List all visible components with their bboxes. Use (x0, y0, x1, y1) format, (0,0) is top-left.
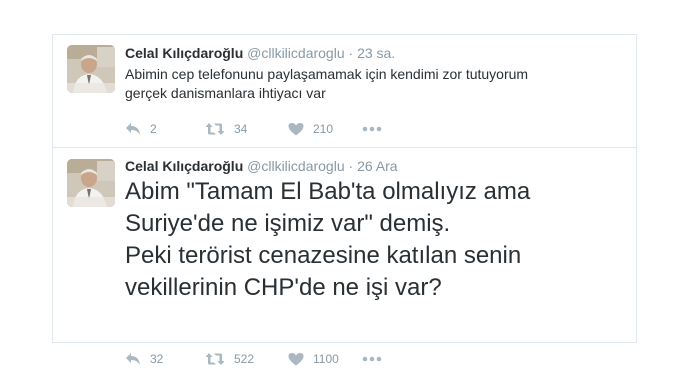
tweet-text-line: Peki terörist cenazesine katılan senin (125, 242, 522, 269)
tweet[interactable]: Celal Kılıçdaroğlu @cllkilicdaroglu · 23… (53, 35, 636, 148)
retweet-button[interactable]: 522 (205, 350, 254, 368)
reply-count: 2 (150, 122, 157, 136)
retweet-icon (205, 123, 225, 135)
author-username[interactable]: @cllkilicdaroglu (247, 158, 344, 174)
author-name[interactable]: Celal Kılıçdaroğlu (125, 158, 243, 174)
tweet-text-line: gerçek danismanlara ihtiyacı var (125, 85, 326, 101)
retweet-count: 34 (234, 122, 248, 136)
like-button[interactable]: 1100 (288, 350, 339, 368)
tweet-header: Celal Kılıçdaroğlu @cllkilicdaroglu · 23… (125, 44, 395, 62)
retweet-button[interactable]: 34 (205, 120, 247, 138)
more-button[interactable] (362, 120, 382, 138)
author-name[interactable]: Celal Kılıçdaroğlu (125, 45, 243, 61)
separator: · (348, 158, 354, 174)
tweet-text-line: vekillerinin CHP'de ne işi var? (125, 274, 442, 301)
tweet-text-line: Abimin cep telefonunu paylaşamamak için … (125, 66, 529, 82)
avatar-photo (67, 45, 115, 93)
avatar[interactable] (67, 159, 115, 207)
tweet-timeline: Celal Kılıçdaroğlu @cllkilicdaroglu · 23… (52, 34, 637, 366)
more-button[interactable] (362, 350, 382, 368)
like-count: 210 (313, 122, 334, 136)
more-icon (362, 126, 382, 132)
tweet-text-line: Abim "Tamam El Bab'ta olmalıyız ama (125, 178, 531, 205)
reply-count: 32 (150, 352, 164, 366)
retweet-count: 522 (234, 352, 255, 366)
heart-icon (288, 353, 304, 366)
tweet-actions: 2 34 210 (125, 120, 425, 138)
tweet-text: Abim "Tamam El Bab'ta olmalıyız ama Suri… (125, 176, 630, 304)
tweet-header: Celal Kılıçdaroğlu @cllkilicdaroglu · 26… (125, 157, 398, 175)
reply-icon (126, 353, 140, 365)
retweet-icon (205, 353, 225, 365)
tweet-text: Abimin cep telefonunu paylaşamamak için … (125, 65, 625, 103)
like-button[interactable]: 210 (288, 120, 333, 138)
more-icon (362, 356, 382, 362)
tweet-actions: 32 522 1100 (125, 350, 425, 368)
reply-button[interactable]: 2 (125, 120, 157, 138)
reply-button[interactable]: 32 (125, 350, 163, 368)
tweet-text-line: Suriye'de ne işimiz var" demiş. (125, 210, 451, 237)
tweet-timestamp[interactable]: 23 sa. (357, 45, 395, 61)
avatar-photo (67, 159, 115, 207)
author-username[interactable]: @cllkilicdaroglu (247, 45, 344, 61)
tweet[interactable]: Celal Kılıçdaroğlu @cllkilicdaroglu · 26… (53, 148, 636, 366)
tweet-timestamp[interactable]: 26 Ara (357, 158, 397, 174)
avatar[interactable] (67, 45, 115, 93)
separator: · (348, 45, 354, 61)
like-count: 1100 (313, 352, 339, 366)
heart-icon (288, 123, 304, 136)
reply-icon (126, 123, 140, 135)
